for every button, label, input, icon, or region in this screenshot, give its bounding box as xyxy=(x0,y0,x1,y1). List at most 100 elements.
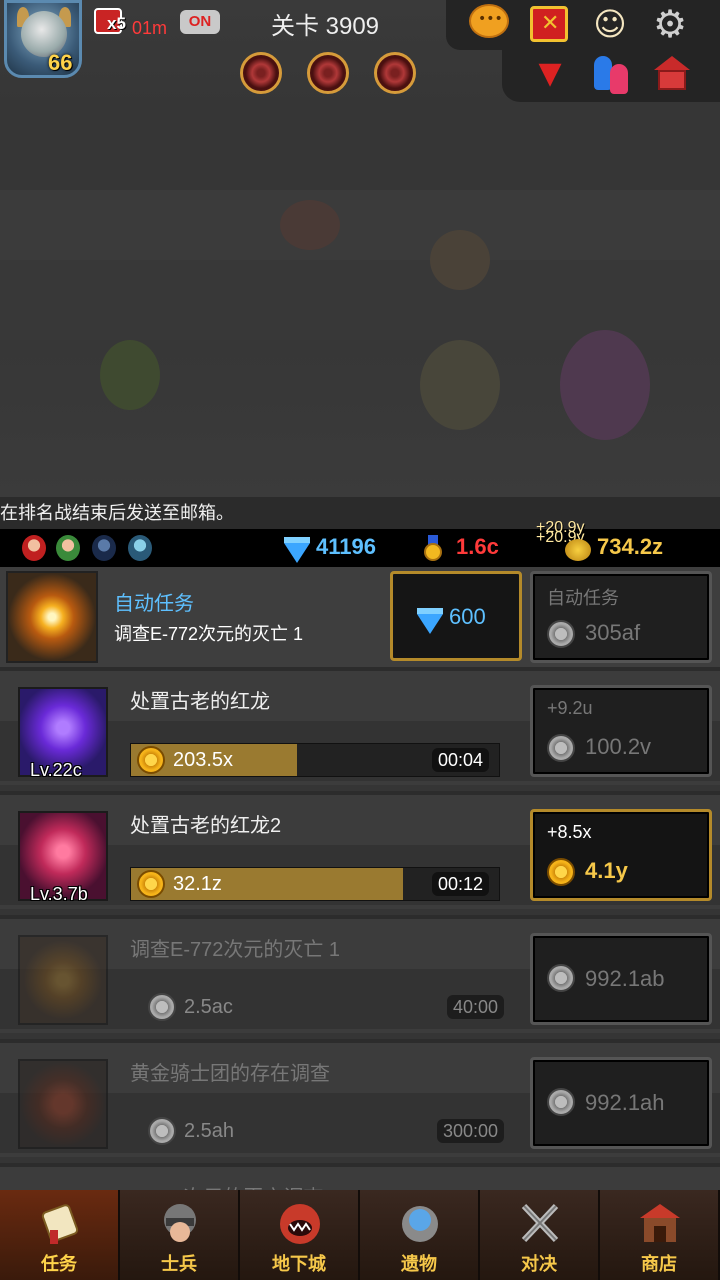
gift-box-icon[interactable] xyxy=(530,6,568,42)
skill-orb-icon[interactable] xyxy=(240,52,282,94)
button-value: 992.1ab xyxy=(585,966,665,991)
hero-slot-icon[interactable] xyxy=(56,535,80,561)
auto-quest-title: 自动任务 xyxy=(114,593,194,615)
quest-name: E-772次元的灭亡调查2 xyxy=(130,1181,335,1190)
gear-icon[interactable]: ⚙ xyxy=(650,4,690,44)
progress-value: 2.5ah xyxy=(184,1120,235,1142)
button-value: 4.1y xyxy=(585,858,628,883)
quest-thumbnail xyxy=(18,935,108,1025)
resource-bar: 41196 1.6c +20.9y +20.9y 734.2z xyxy=(0,519,720,567)
tab-quests[interactable]: 任务 xyxy=(0,1190,120,1280)
dungeon-monster-icon xyxy=(276,1198,324,1248)
button-value: 992.1ah xyxy=(585,1090,665,1115)
boost-multiplier: x5 xyxy=(107,14,126,33)
coin-icon xyxy=(547,620,575,648)
auto-toggle[interactable]: ON xyxy=(180,10,220,34)
soldier-icon xyxy=(156,1198,204,1248)
button-value: 100.2v xyxy=(585,734,652,759)
chat-bubble-icon[interactable] xyxy=(469,4,509,38)
tab-label: 对决 xyxy=(521,1254,557,1274)
quest-timer: 300:00 xyxy=(436,1119,504,1143)
auto-quest-subtitle: 调查E-772次元的灭亡 1 xyxy=(114,624,304,644)
quest-progress-bar: 2.5ah 300:00 xyxy=(130,1115,504,1149)
quest-row: Lv.3.7b 处置古老的红龙2 32.1z 00:12 +8.5x 4.1y xyxy=(0,791,720,909)
quest-progress-bar: 203.5x 00:04 xyxy=(130,743,500,777)
progress-fill xyxy=(131,868,404,900)
skill-orb-icon[interactable] xyxy=(374,52,416,94)
gold-pile-icon xyxy=(565,539,591,561)
progress-value: 203.5x xyxy=(173,749,234,771)
gold-count: 734.2z xyxy=(597,534,664,559)
coin-icon xyxy=(148,1117,176,1145)
scroll-icon xyxy=(36,1198,84,1248)
quest-upgrade-button[interactable]: +8.5x 4.1y xyxy=(530,809,712,901)
button-bonus: +9.2u xyxy=(547,698,593,718)
coin-icon xyxy=(547,858,575,886)
stage-title: 关卡 3909 xyxy=(270,13,380,40)
coin-icon xyxy=(137,870,165,898)
tab-duel[interactable]: 对决 xyxy=(480,1190,600,1280)
progress-value: 2.5ac xyxy=(184,996,233,1018)
gem-count: 41196 xyxy=(316,534,376,559)
mailbox-icon[interactable] xyxy=(652,54,692,94)
red-triangle-icon[interactable]: ▼ xyxy=(532,56,568,92)
medal-count: 1.6c xyxy=(456,534,499,559)
hero-slot-icon[interactable] xyxy=(128,535,152,561)
button-value: 305af xyxy=(585,620,641,645)
gem-cost: 600 xyxy=(449,604,486,629)
coin-icon xyxy=(547,1088,575,1116)
quest-level: Lv.22c xyxy=(30,760,82,780)
coin-icon xyxy=(148,993,176,1021)
bottom-nav: 任务 士兵 地下城 遗物 对决 商店 xyxy=(0,1190,720,1280)
tab-relics[interactable]: 遗物 xyxy=(360,1190,480,1280)
tab-dungeon[interactable]: 地下城 xyxy=(240,1190,360,1280)
quest-timer: 00:12 xyxy=(431,872,489,896)
player-level: 66 xyxy=(48,50,73,75)
quest-thumbnail: Lv.22c xyxy=(18,687,108,780)
button-title: 自动任务 xyxy=(547,588,619,608)
quest-unlock-button[interactable]: 992.1ab xyxy=(530,933,712,1025)
quest-row-locked: 黄金骑士团的存在调查 2.5ah 300:00 992.1ah xyxy=(0,1039,720,1157)
tab-label: 商店 xyxy=(641,1254,677,1274)
coin-icon xyxy=(547,734,575,762)
auto-quest-row: 自动任务 调查E-772次元的灭亡 1 600 自动任务 305af xyxy=(0,567,720,667)
auto-quest-gold-button[interactable]: 自动任务 305af xyxy=(530,571,712,663)
gem-icon xyxy=(284,537,310,563)
coin-icon xyxy=(547,964,575,992)
boost-timer: 01m xyxy=(132,18,168,38)
gem-icon xyxy=(417,608,443,634)
quest-row-locked: E-772次元的灭亡调查2 xyxy=(0,1163,720,1190)
notice-ticker: 在排名战结束后发送至邮箱。 xyxy=(0,497,720,529)
quest-row-locked: 调查E-772次元的灭亡 1 2.5ac 40:00 992.1ab xyxy=(0,915,720,1033)
quest-timer: 40:00 xyxy=(446,995,504,1019)
crossed-swords-icon xyxy=(516,1198,564,1248)
skill-orb-icon[interactable] xyxy=(307,52,349,94)
quest-name: 处置古老的红龙 xyxy=(130,691,270,713)
relic-orb-icon xyxy=(396,1198,444,1248)
coin-icon xyxy=(137,746,165,774)
quest-thumbnail: Lv.3.7b xyxy=(18,811,108,904)
progress-value: 32.1z xyxy=(173,873,222,895)
angel-icon[interactable]: ☺ xyxy=(588,4,632,44)
quest-list[interactable]: 自动任务 调查E-772次元的灭亡 1 600 自动任务 305af Lv.22… xyxy=(0,567,720,1190)
friends-icon[interactable] xyxy=(590,52,636,96)
tab-soldiers[interactable]: 士兵 xyxy=(120,1190,240,1280)
quest-thumbnail xyxy=(18,1059,108,1149)
quest-timer: 00:04 xyxy=(431,748,489,772)
game-screen: 66 x5 01m ON 关卡 3909 ☺ ⚙ ▼ 在排名战结束后发送至邮箱。… xyxy=(0,0,720,1280)
tab-label: 任务 xyxy=(41,1254,77,1274)
tab-label: 地下城 xyxy=(272,1254,326,1274)
tab-shop[interactable]: 商店 xyxy=(600,1190,720,1280)
auto-quest-gem-button[interactable]: 600 xyxy=(390,571,522,661)
quest-name: 调查E-772次元的灭亡 1 xyxy=(130,939,341,961)
quest-level: Lv.3.7b xyxy=(30,884,88,904)
quest-progress-bar: 32.1z 00:12 xyxy=(130,867,500,901)
quest-unlock-button[interactable]: 992.1ah xyxy=(530,1057,712,1149)
quest-upgrade-button[interactable]: +9.2u 100.2v xyxy=(530,685,712,777)
tab-label: 士兵 xyxy=(161,1254,197,1274)
hero-slot-icon[interactable] xyxy=(92,535,116,561)
shop-icon xyxy=(636,1198,684,1248)
tab-label: 遗物 xyxy=(401,1254,437,1274)
hero-slot-icon[interactable] xyxy=(22,535,46,561)
medal-icon xyxy=(424,535,442,561)
